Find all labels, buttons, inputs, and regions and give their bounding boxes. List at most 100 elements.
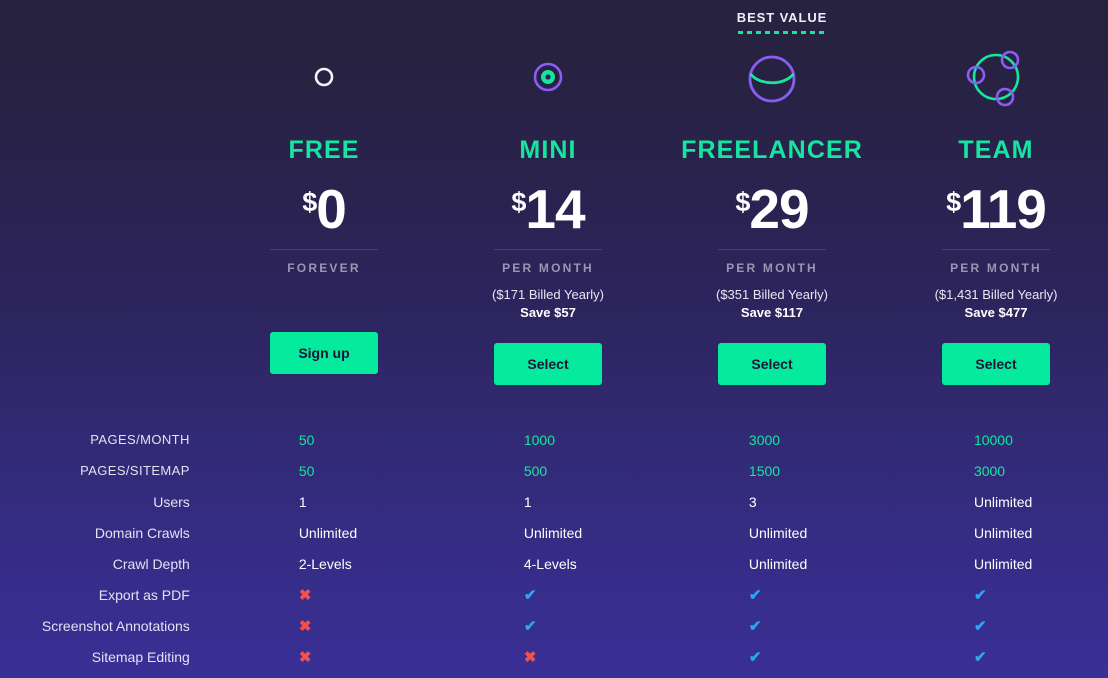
plan-card-freelancer: FREELANCER $29 PER MONTH ($351 Billed Yearl… <box>660 42 884 385</box>
feature-value: ✔ <box>883 649 1108 665</box>
check-icon: ✔ <box>523 617 537 635</box>
table-row: PAGES/MONTH 50 1000 3000 10000 <box>0 424 1108 455</box>
currency-symbol: $ <box>946 187 961 217</box>
feature-label: Domain Crawls <box>94 524 190 541</box>
plan-price: $0 <box>212 182 436 237</box>
cta-wrapper: Sign up <box>212 332 436 374</box>
circle-outline-icon <box>212 42 436 112</box>
plan-name: TEAM <box>958 136 1034 164</box>
feature-value: Unlimited <box>523 524 583 541</box>
price-amount: 119 <box>960 178 1047 240</box>
price-amount: 0 <box>316 178 347 240</box>
table-row: Sitemap Editing ✖ ✖ ✔ ✔ <box>0 641 1108 672</box>
feature-label: Sitemap Editing <box>91 648 190 665</box>
plan-name: FREELANCER <box>681 136 863 164</box>
concentric-circles-icon <box>436 42 660 112</box>
plan-cta-button-freelancer[interactable]: Select <box>718 343 826 385</box>
price-divider <box>718 249 826 250</box>
table-row: Export as PDF ✖ ✔ ✔ ✔ <box>0 579 1108 610</box>
plan-card-mini: MINI $14 PER MONTH ($171 Billed Yearly) Save… <box>436 42 660 385</box>
feature-label: Export as PDF <box>98 586 190 603</box>
plan-name: MINI <box>519 136 577 164</box>
feature-value: 10000 <box>973 431 1013 448</box>
pricing-plans: FREE $0 FOREVER Sign up MINI $14 PER MONTH ($17… <box>212 42 1108 385</box>
price-amount: 14 <box>525 178 585 240</box>
feature-value: 2-Levels <box>298 555 352 572</box>
network-nodes-icon <box>884 42 1108 112</box>
billing-period: PER MONTH <box>502 261 594 275</box>
feature-value: ✔ <box>883 587 1108 603</box>
billing-period: FOREVER <box>287 261 361 275</box>
plan-price: $119 <box>884 182 1108 237</box>
check-icon: ✔ <box>973 586 987 604</box>
feature-value: 3000 <box>973 462 1006 479</box>
feature-label: PAGES/SITEMAP <box>80 463 190 478</box>
table-row: Crawl Depth 2-Levels 4-Levels Unlimited Unli… <box>0 548 1108 579</box>
cta-wrapper: Select <box>660 343 884 385</box>
feature-label: Crawl Depth <box>112 555 190 572</box>
feature-label: PAGES/MONTH <box>90 432 190 447</box>
table-row: Domain Crawls Unlimited Unlimited Unlimited… <box>0 517 1108 548</box>
feature-value: ✔ <box>658 649 883 665</box>
feature-value: ✔ <box>883 618 1108 634</box>
currency-symbol: $ <box>735 187 750 217</box>
price-divider <box>942 249 1050 250</box>
plan-price: $14 <box>436 182 660 237</box>
check-icon: ✔ <box>748 617 762 635</box>
cross-icon: ✖ <box>523 648 537 666</box>
table-row: Screenshot Annotations ✖ ✔ ✔ ✔ <box>0 610 1108 641</box>
check-icon: ✔ <box>523 586 537 604</box>
feature-label: Screenshot Annotations <box>41 617 190 634</box>
feature-value: 1000 <box>523 431 556 448</box>
feature-value: Unlimited <box>748 524 808 541</box>
billed-yearly-note: ($171 Billed Yearly) <box>491 287 605 302</box>
feature-value: ✖ <box>208 649 433 665</box>
best-value-badge-row: BEST VALUE <box>0 10 1108 44</box>
billed-yearly-note: ($1,431 Billed Yearly) <box>934 287 1058 302</box>
feature-value: 3000 <box>748 431 781 448</box>
feature-value: 500 <box>523 462 548 479</box>
billing-note-spacer <box>212 275 436 311</box>
savings-note: Save $57 <box>520 305 576 320</box>
feature-label: Users <box>153 493 190 510</box>
best-value-label: BEST VALUE <box>736 10 828 25</box>
feature-value: ✔ <box>433 587 658 603</box>
feature-value: 3 <box>748 493 757 510</box>
cross-icon: ✖ <box>298 648 312 666</box>
feature-value: ✖ <box>433 649 658 665</box>
best-value-dashed-underline <box>738 31 826 34</box>
table-row: Users 1 1 3 Unlimited <box>0 486 1108 517</box>
plan-cta-button-mini[interactable]: Select <box>494 343 602 385</box>
cta-wrapper: Select <box>436 343 660 385</box>
plan-cta-button-free[interactable]: Sign up <box>270 332 378 374</box>
billing-period: PER MONTH <box>950 261 1042 275</box>
feature-value: 1 <box>298 493 307 510</box>
plan-price: $29 <box>660 182 884 237</box>
feature-value: ✖ <box>208 618 433 634</box>
feature-value: 1 <box>523 493 532 510</box>
price-divider <box>270 249 378 250</box>
feature-value: 50 <box>298 431 315 448</box>
check-icon: ✔ <box>973 617 987 635</box>
currency-symbol: $ <box>302 187 317 217</box>
check-icon: ✔ <box>748 648 762 666</box>
best-value-badge: BEST VALUE <box>668 10 896 34</box>
feature-value: Unlimited <box>973 555 1033 572</box>
currency-symbol: $ <box>511 187 526 217</box>
feature-value: Unlimited <box>748 555 808 572</box>
feature-comparison-table: PAGES/MONTH 50 1000 3000 10000 PAGES/SITEMAP 5… <box>0 424 1108 672</box>
feature-value: ✖ <box>208 587 433 603</box>
savings-note: Save $477 <box>964 305 1028 320</box>
price-divider <box>494 249 602 250</box>
plan-cta-button-team[interactable]: Select <box>942 343 1050 385</box>
plan-card-team: TEAM $119 PER MONTH ($1,431 Billed Yearly) S… <box>884 42 1108 385</box>
check-icon: ✔ <box>748 586 762 604</box>
billed-yearly-note: ($351 Billed Yearly) <box>715 287 829 302</box>
savings-note: Save $117 <box>740 305 804 320</box>
cta-wrapper: Select <box>884 343 1108 385</box>
feature-value: 50 <box>298 462 315 479</box>
cross-icon: ✖ <box>298 586 312 604</box>
feature-value: Unlimited <box>973 493 1033 510</box>
feature-value: Unlimited <box>973 524 1033 541</box>
plan-card-free: FREE $0 FOREVER Sign up <box>212 42 436 385</box>
